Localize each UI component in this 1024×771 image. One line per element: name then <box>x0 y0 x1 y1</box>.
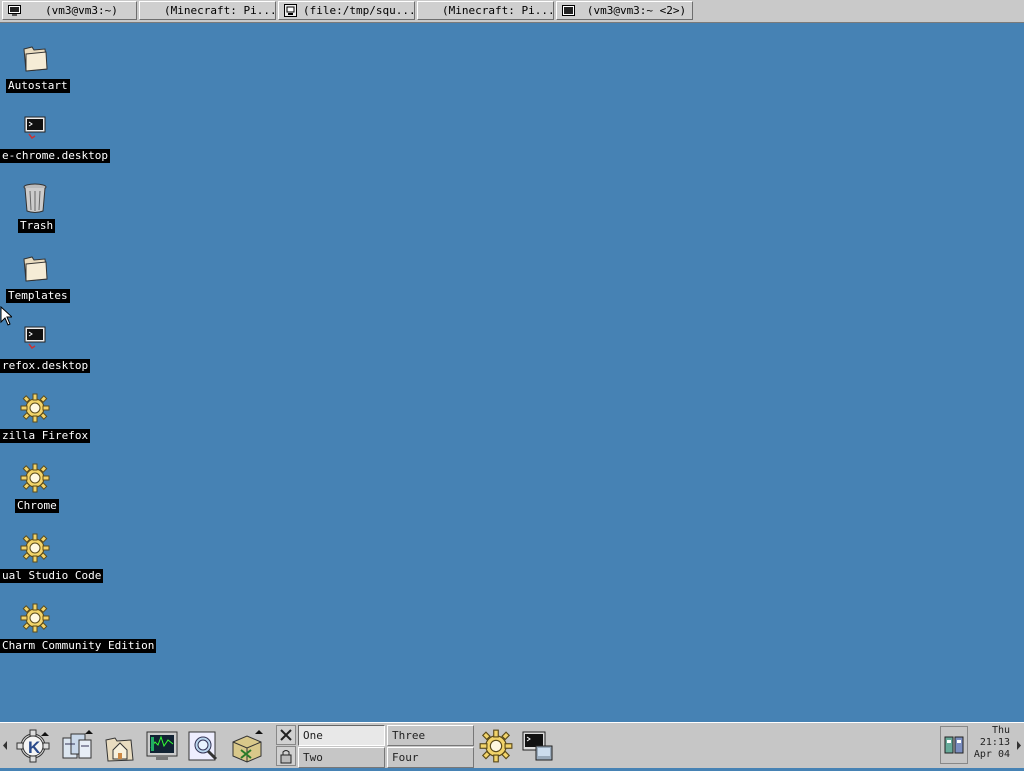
icon-label: ual Studio Code <box>0 569 104 583</box>
gear-icon <box>20 532 50 564</box>
kde-menu-icon[interactable]: K <box>14 726 52 766</box>
icon-label: Chrome <box>15 499 59 513</box>
task-label: (Minecraft: Pi... <box>164 4 275 17</box>
gear-icon <box>20 602 50 634</box>
task-label: (vm3@vm3:~ <2>) <box>586 4 687 17</box>
clock-time: 21:13 <box>979 737 1010 748</box>
task-minecraft-1[interactable]: (Minecraft: Pi... <box>139 1 276 20</box>
icon-label: refox.desktop <box>0 359 91 373</box>
find-files-icon[interactable] <box>185 726 223 766</box>
desktop-icon-autostart[interactable]: Autostart <box>0 42 140 102</box>
icon-label: Charm Community Edition <box>0 639 157 653</box>
desktop-icon-firefox-desktop[interactable]: refox.desktop <box>0 322 140 382</box>
desktop-icon-pycharm[interactable]: Charm Community Edition <box>0 602 157 662</box>
desktop-icon-vscode[interactable]: ual Studio Code <box>0 532 140 592</box>
folder-icon <box>20 252 50 284</box>
package-icon[interactable] <box>228 726 266 766</box>
gear-icon <box>20 392 50 424</box>
terminal-icon[interactable] <box>519 726 557 766</box>
task-file-manager[interactable]: (file:/tmp/squ... <box>278 1 415 20</box>
icon-label: Trash <box>18 219 56 233</box>
taskbar: (vm3@vm3:~) (Minecraft: Pi... (file:/tmp… <box>0 0 1024 23</box>
system-monitor-icon[interactable] <box>143 726 181 766</box>
trash-icon <box>20 182 50 214</box>
terminal-icon <box>7 4 21 17</box>
desktop-two-button[interactable]: Two <box>298 747 385 768</box>
desktop-three-button[interactable]: Three <box>387 725 474 746</box>
task-label: (Minecraft: Pi... <box>442 4 553 17</box>
task-terminal-2[interactable]: (vm3@vm3:~ <2>) <box>556 1 693 20</box>
icon-label: e-chrome.desktop <box>0 149 110 163</box>
icon-label: Autostart <box>6 79 70 93</box>
icon-label: zilla Firefox <box>0 429 91 443</box>
icon-label: Templates <box>6 289 70 303</box>
lock-icon[interactable] <box>276 746 296 766</box>
close-pager-button[interactable] <box>276 725 296 745</box>
panel-hide-left-button[interactable] <box>0 723 10 768</box>
desktop-icon-firefox[interactable]: zilla Firefox <box>0 392 140 452</box>
clock-day: Thu <box>991 725 1010 736</box>
terminal-icon <box>20 322 50 354</box>
mouse-cursor-icon <box>0 305 14 329</box>
task-minecraft-2[interactable]: (Minecraft: Pi... <box>417 1 554 20</box>
task-terminal-1[interactable]: (vm3@vm3:~) <box>2 1 137 20</box>
blank-icon <box>144 4 158 17</box>
file-manager-icon <box>283 4 297 17</box>
desktop-icon-trash[interactable]: Trash <box>0 182 140 242</box>
clock-date: Apr 04 <box>973 749 1010 760</box>
blank-icon <box>422 4 436 17</box>
window-list-icon[interactable] <box>58 726 96 766</box>
task-label: (vm3@vm3:~) <box>45 4 118 17</box>
home-folder-icon[interactable] <box>100 726 138 766</box>
svg-text:K: K <box>28 738 41 757</box>
desktop-one-button[interactable]: One <box>298 725 385 746</box>
folder-icon <box>20 42 50 74</box>
terminal-icon <box>561 4 575 17</box>
desktop-icon-templates[interactable]: Templates <box>0 252 140 312</box>
settings-gear-icon[interactable] <box>477 726 515 766</box>
panel-hide-right-button[interactable] <box>1014 723 1024 768</box>
task-label: (file:/tmp/squ... <box>303 4 414 17</box>
terminal-icon <box>20 112 50 144</box>
gear-icon <box>20 462 50 494</box>
desktop-icon-chrome-desktop[interactable]: e-chrome.desktop <box>0 112 140 172</box>
desktop-four-button[interactable]: Four <box>387 747 474 768</box>
desktop-icon-chrome[interactable]: Chrome <box>0 462 140 522</box>
kicker-panel: K One Three Two Four Thu 21:13 Apr 04 <box>0 722 1024 768</box>
clock[interactable]: Thu 21:13 Apr 04 <box>964 725 1010 761</box>
